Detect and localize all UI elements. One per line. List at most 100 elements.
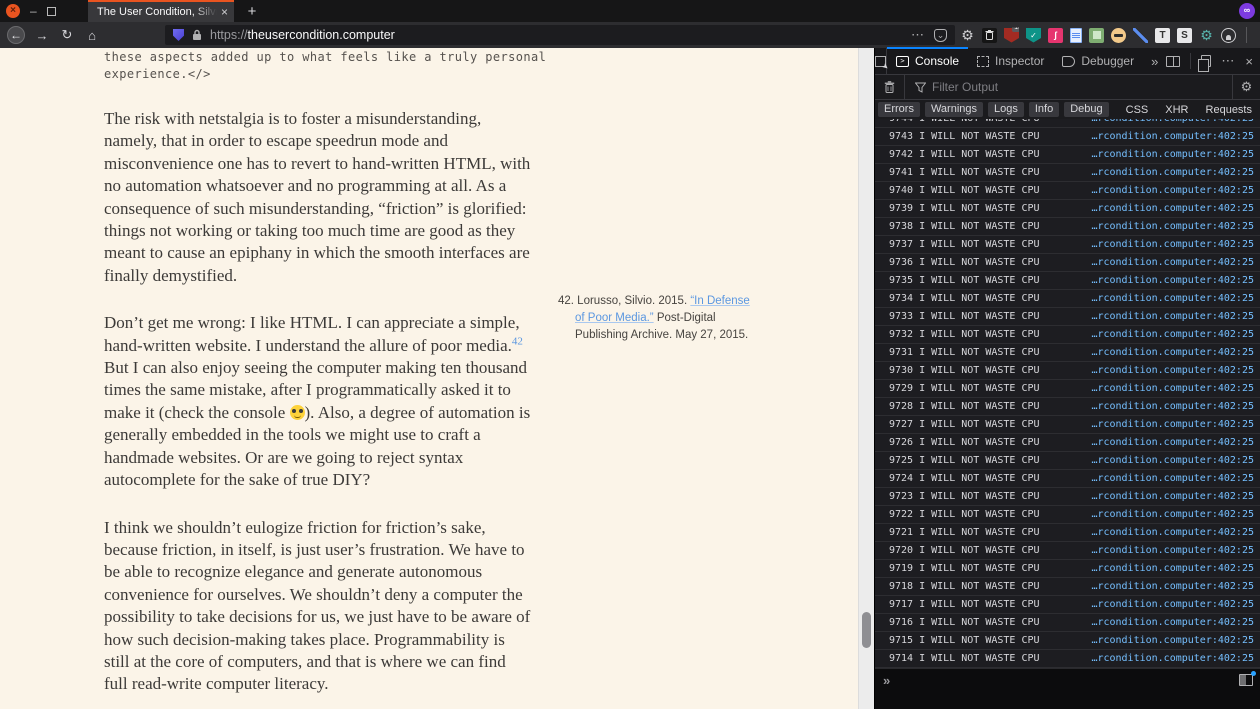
- settings-gear-icon[interactable]: ⚙: [960, 28, 975, 43]
- log-source-link[interactable]: …rcondition.computer:402:25: [1091, 506, 1254, 523]
- back-button[interactable]: ←: [7, 26, 25, 44]
- console-log-row[interactable]: 9725 I WILL NOT WASTE CPU …rcondition.co…: [875, 452, 1260, 470]
- console-log-row[interactable]: 9730 I WILL NOT WASTE CPU …rcondition.co…: [875, 362, 1260, 380]
- filter-button-info[interactable]: Info: [1029, 102, 1059, 117]
- console-log-row[interactable]: 9724 I WILL NOT WASTE CPU …rcondition.co…: [875, 470, 1260, 488]
- log-source-link[interactable]: …rcondition.computer:402:25: [1091, 128, 1254, 145]
- account-icon[interactable]: [1221, 28, 1236, 43]
- console-log-row[interactable]: 9743 I WILL NOT WASTE CPU …rcondition.co…: [875, 128, 1260, 146]
- console-log-row[interactable]: 9742 I WILL NOT WASTE CPU …rcondition.co…: [875, 146, 1260, 164]
- avatar-face-extension-icon[interactable]: [1111, 28, 1126, 43]
- forward-button[interactable]: →: [34, 28, 50, 43]
- log-source-link[interactable]: …rcondition.computer:402:25: [1091, 578, 1254, 595]
- log-source-link[interactable]: …rcondition.computer:402:25: [1091, 344, 1254, 361]
- log-source-link[interactable]: …rcondition.computer:402:25: [1091, 596, 1254, 613]
- filter-button-warnings[interactable]: Warnings: [925, 102, 983, 117]
- console-log-row[interactable]: 9739 I WILL NOT WASTE CPU …rcondition.co…: [875, 200, 1260, 218]
- log-source-link[interactable]: …rcondition.computer:402:25: [1091, 434, 1254, 451]
- clear-console-button[interactable]: [875, 75, 905, 100]
- filter-output-input[interactable]: Filter Output: [932, 80, 998, 94]
- log-source-link[interactable]: …rcondition.computer:402:25: [1091, 524, 1254, 541]
- console-log-row[interactable]: 9715 I WILL NOT WASTE CPU …rcondition.co…: [875, 632, 1260, 650]
- console-log-row[interactable]: 9720 I WILL NOT WASTE CPU …rcondition.co…: [875, 542, 1260, 560]
- console-log-row[interactable]: 9716 I WILL NOT WASTE CPU …rcondition.co…: [875, 614, 1260, 632]
- log-source-link[interactable]: …rcondition.computer:402:25: [1091, 272, 1254, 289]
- trash-extension-icon[interactable]: [982, 28, 997, 43]
- log-source-link[interactable]: …rcondition.computer:402:25: [1091, 236, 1254, 253]
- filter-toggle-css[interactable]: CSS: [1126, 104, 1149, 116]
- console-log-row[interactable]: 9729 I WILL NOT WASTE CPU …rcondition.co…: [875, 380, 1260, 398]
- log-source-link[interactable]: …rcondition.computer:402:25: [1091, 326, 1254, 343]
- console-log-row[interactable]: 9717 I WILL NOT WASTE CPU …rcondition.co…: [875, 596, 1260, 614]
- reload-button[interactable]: ↻: [59, 27, 75, 43]
- log-source-link[interactable]: …rcondition.computer:402:25: [1091, 650, 1254, 667]
- teal-gear-extension-icon[interactable]: ⚙: [1199, 28, 1214, 43]
- console-prompt[interactable]: »: [883, 673, 890, 688]
- console-log-row[interactable]: 9734 I WILL NOT WASTE CPU …rcondition.co…: [875, 290, 1260, 308]
- window-restore-button[interactable]: [47, 7, 56, 16]
- log-source-link[interactable]: …rcondition.computer:402:25: [1091, 398, 1254, 415]
- log-source-link[interactable]: …rcondition.computer:402:25: [1091, 200, 1254, 217]
- console-log-row[interactable]: 9735 I WILL NOT WASTE CPU …rcondition.co…: [875, 272, 1260, 290]
- tracking-protection-shield-icon[interactable]: [173, 29, 184, 41]
- letter-t-extension-icon[interactable]: T: [1155, 28, 1170, 43]
- console-log-row[interactable]: 9736 I WILL NOT WASTE CPU …rcondition.co…: [875, 254, 1260, 272]
- more-tabs-button[interactable]: »: [1143, 54, 1166, 69]
- pocket-icon[interactable]: ⌄: [934, 29, 947, 42]
- log-source-link[interactable]: …rcondition.computer:402:25: [1091, 380, 1254, 397]
- log-source-link[interactable]: …rcondition.computer:402:25: [1091, 290, 1254, 307]
- log-source-link[interactable]: …rcondition.computer:402:25: [1091, 146, 1254, 163]
- console-log-row[interactable]: 9740 I WILL NOT WASTE CPU …rcondition.co…: [875, 182, 1260, 200]
- pink-extension-icon[interactable]: ʃ: [1048, 28, 1063, 43]
- responsive-design-mode-icon[interactable]: [1201, 55, 1211, 67]
- sidebar-toggle-icon[interactable]: [1239, 674, 1253, 686]
- console-input-row[interactable]: »: [875, 668, 1260, 709]
- pick-element-button[interactable]: [875, 48, 887, 74]
- lock-icon[interactable]: [192, 29, 202, 41]
- tab-close-icon[interactable]: ×: [221, 5, 228, 19]
- home-button[interactable]: ⌂: [84, 28, 100, 43]
- console-log-row[interactable]: 9723 I WILL NOT WASTE CPU …rcondition.co…: [875, 488, 1260, 506]
- page-scrollbar[interactable]: [858, 48, 874, 709]
- log-source-link[interactable]: …rcondition.computer:402:25: [1091, 614, 1254, 631]
- document-extension-icon[interactable]: [1070, 28, 1082, 43]
- console-settings-gear-icon[interactable]: ⚙: [1232, 75, 1260, 100]
- console-log-row[interactable]: 9741 I WILL NOT WASTE CPU …rcondition.co…: [875, 164, 1260, 182]
- new-tab-button[interactable]: +: [242, 2, 262, 22]
- filter-toggle-requests[interactable]: Requests: [1206, 104, 1252, 116]
- page-scrollbar-thumb[interactable]: [862, 612, 871, 648]
- log-source-link[interactable]: …rcondition.computer:402:25: [1091, 470, 1254, 487]
- console-log-row[interactable]: 9722 I WILL NOT WASTE CPU …rcondition.co…: [875, 506, 1260, 524]
- log-source-link[interactable]: …rcondition.computer:402:25: [1091, 416, 1254, 433]
- footnote-ref-link[interactable]: 42: [512, 335, 523, 347]
- teal-shield-extension-icon[interactable]: ✓: [1026, 28, 1041, 43]
- log-source-link[interactable]: …rcondition.computer:402:25: [1091, 308, 1254, 325]
- green-square-extension-icon[interactable]: [1089, 28, 1104, 43]
- filter-button-logs[interactable]: Logs: [988, 102, 1024, 117]
- filter-button-debug[interactable]: Debug: [1064, 102, 1108, 117]
- log-source-link[interactable]: …rcondition.computer:402:25: [1091, 362, 1254, 379]
- log-source-link[interactable]: …rcondition.computer:402:25: [1091, 452, 1254, 469]
- console-log-row[interactable]: 9733 I WILL NOT WASTE CPU …rcondition.co…: [875, 308, 1260, 326]
- url-bar[interactable]: https:// theusercondition.computer ⋯ ⌄: [165, 25, 955, 45]
- dock-side-icon[interactable]: [1166, 56, 1180, 67]
- tab-inspector[interactable]: Inspector: [968, 48, 1053, 74]
- log-source-link[interactable]: …rcondition.computer:402:25: [1091, 542, 1254, 559]
- console-log-row[interactable]: 9732 I WILL NOT WASTE CPU …rcondition.co…: [875, 326, 1260, 344]
- filter-button-errors[interactable]: Errors: [878, 102, 920, 117]
- console-log-row[interactable]: 9714 I WILL NOT WASTE CPU …rcondition.co…: [875, 650, 1260, 668]
- letter-s-extension-icon[interactable]: S: [1177, 28, 1192, 43]
- console-log-row[interactable]: 9719 I WILL NOT WASTE CPU …rcondition.co…: [875, 560, 1260, 578]
- page-actions-icon[interactable]: ⋯: [911, 27, 924, 43]
- console-log-row[interactable]: 9744 I WILL NOT WASTE CPU …rcondition.co…: [875, 119, 1260, 128]
- console-log-area[interactable]: 9744 I WILL NOT WASTE CPU …rcondition.co…: [875, 119, 1260, 668]
- log-source-link[interactable]: …rcondition.computer:402:25: [1091, 488, 1254, 505]
- console-log-row[interactable]: 9727 I WILL NOT WASTE CPU …rcondition.co…: [875, 416, 1260, 434]
- log-source-link[interactable]: …rcondition.computer:402:25: [1091, 254, 1254, 271]
- log-source-link[interactable]: …rcondition.computer:402:25: [1091, 632, 1254, 649]
- console-log-row[interactable]: 9731 I WILL NOT WASTE CPU …rcondition.co…: [875, 344, 1260, 362]
- tab-console[interactable]: > Console: [887, 48, 968, 74]
- log-source-link[interactable]: …rcondition.computer:402:25: [1091, 119, 1254, 127]
- browser-tab[interactable]: The User Condition, Silvio Lo ×: [88, 0, 234, 22]
- log-source-link[interactable]: …rcondition.computer:402:25: [1091, 182, 1254, 199]
